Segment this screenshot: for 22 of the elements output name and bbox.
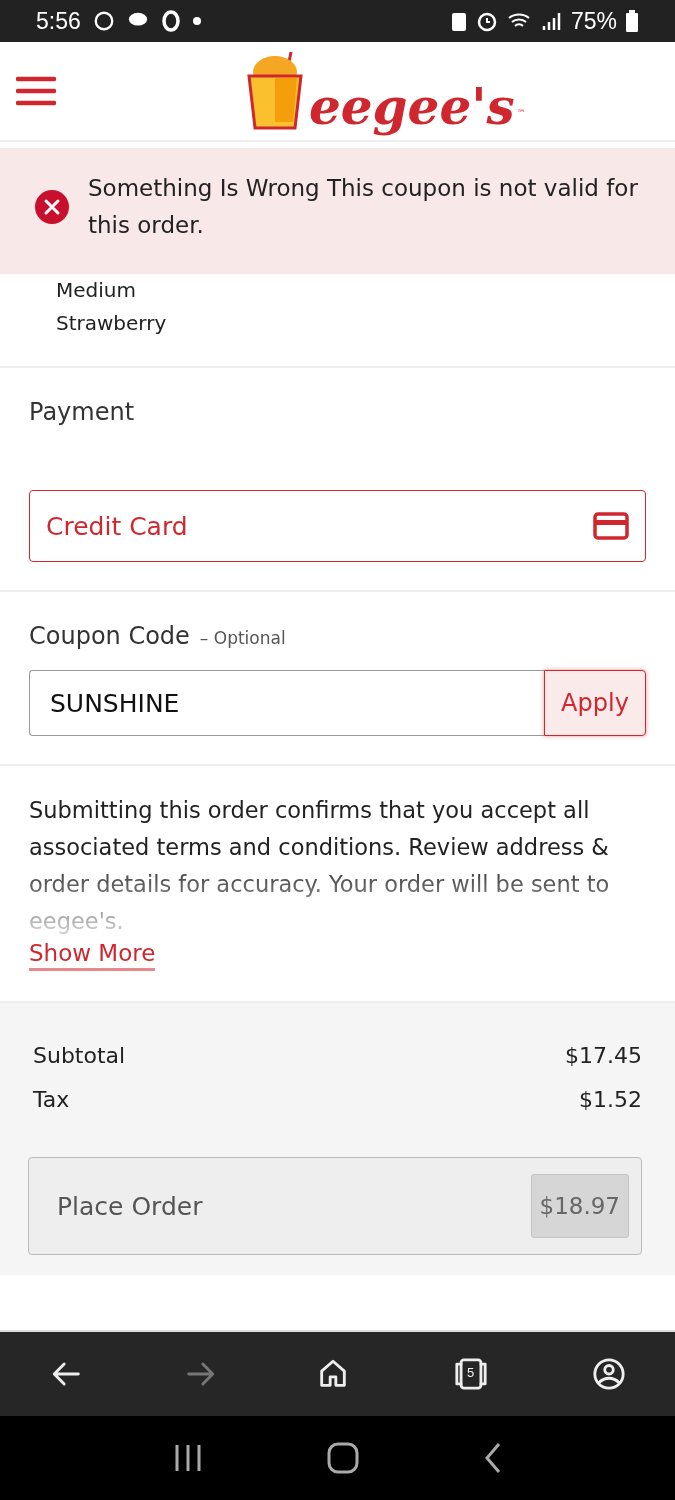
section-title: Payment [29, 398, 135, 426]
summary-label: Tax [33, 1086, 70, 1112]
credit-card-button[interactable]: Credit Card [29, 490, 646, 562]
optional-hint: – Optional [199, 628, 286, 648]
coupon-field[interactable]: SUNSHINE [29, 670, 544, 736]
summary-amount: $17.45 [565, 1042, 642, 1068]
item-option: Medium [56, 274, 619, 307]
section-title: Coupon Code [29, 622, 190, 650]
tab-count: 5 [465, 1365, 476, 1380]
order-total: $18.97 [530, 1174, 629, 1238]
status-time: 5:56 [36, 7, 81, 35]
place-order-button[interactable]: Place Order $18.97 [28, 1157, 642, 1255]
terms-paragraph: Submitting this order confirms that you accept all associated terms and conditions. Review address & order details for accuracy. Your order will be sent to eegee's. [29, 796, 611, 936]
show-more-link[interactable]: Show More [29, 940, 156, 971]
apply-button[interactable]: Apply [544, 670, 646, 736]
alert-message: Something Is Wrong This coupon is not valid for this order. [88, 174, 639, 240]
battery-percent: 75% [570, 7, 617, 35]
item-option: Strawberry [56, 307, 619, 340]
summary-label: Subtotal [33, 1042, 126, 1068]
summary-amount: $1.52 [579, 1086, 642, 1112]
tabs-button[interactable]: 5 [444, 1353, 497, 1395]
trademark-mark: ™ [516, 108, 526, 118]
